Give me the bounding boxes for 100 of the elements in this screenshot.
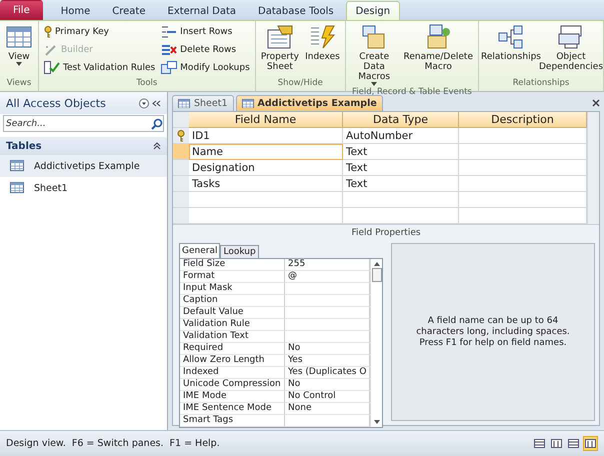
view-button[interactable]	[566, 436, 581, 451]
property-value[interactable]: 255	[285, 259, 370, 271]
ribbon-tab[interactable]: External Data	[158, 1, 246, 20]
ribbon-button[interactable]: Test Validation Rules	[42, 59, 158, 76]
ribbon-tab[interactable]: Create	[102, 1, 156, 20]
property-value[interactable]	[285, 331, 370, 343]
ribbon-button[interactable]: Indexes	[303, 23, 342, 78]
property-tab[interactable]: General	[179, 243, 220, 258]
view-button[interactable]	[532, 436, 547, 451]
ribbon-button[interactable]: Insert Rows	[159, 23, 252, 40]
search-icon[interactable]	[151, 118, 163, 130]
caret-icon	[371, 82, 378, 86]
table-cell[interactable]: Text	[343, 160, 459, 176]
property-label: Default Value	[180, 307, 285, 319]
row-selector[interactable]	[173, 128, 189, 144]
table-cell[interactable]: Text	[343, 144, 459, 160]
property-value[interactable]	[285, 307, 370, 319]
ribbon-button[interactable]: Property Sheet	[258, 23, 302, 78]
status-text: Design view. F6 = Switch panes. F1 = Help.	[6, 438, 221, 449]
key-icon	[177, 130, 185, 142]
group-label: Field, Record & Table Events	[350, 87, 473, 97]
property-tab[interactable]: Lookup	[220, 245, 259, 258]
lookup-icon	[161, 61, 178, 74]
table-cell[interactable]: Tasks	[189, 176, 343, 192]
property-label: Field Size	[180, 259, 285, 271]
property-value[interactable]: Yes (Duplicates O	[285, 367, 370, 379]
ribbon-button[interactable]: Rename/Delete Macro	[401, 23, 475, 87]
document-tab[interactable]: Sheet1	[172, 95, 234, 111]
ribbon-tab[interactable]: Home	[50, 1, 100, 20]
property-label: Allow Zero Length	[180, 355, 285, 367]
property-value[interactable]: None	[285, 403, 370, 415]
view-button[interactable]	[549, 436, 564, 451]
nav-pane-title: All Access Objects	[6, 96, 106, 110]
group-label: Relationships	[512, 78, 570, 90]
table-icon	[10, 160, 24, 172]
scroll-thumb[interactable]	[372, 268, 382, 282]
ribbon-button[interactable]: View	[3, 23, 35, 78]
group-label: Show/Hide	[276, 78, 324, 90]
delete-rows-icon	[161, 44, 178, 56]
file-tab[interactable]: File	[0, 0, 43, 20]
table-icon	[178, 98, 190, 108]
ribbon-tab[interactable]: Database Tools	[248, 1, 344, 20]
property-label: Input Mask	[180, 283, 285, 295]
ribbon-tab[interactable]: Design	[346, 1, 400, 20]
property-value[interactable]: No	[285, 343, 370, 355]
group-label: Views	[6, 78, 32, 90]
collapse-icon[interactable]	[153, 142, 161, 150]
ribbon-button[interactable]: Create Data Macros	[348, 23, 400, 87]
column-header: Data Type	[343, 112, 459, 128]
table-cell[interactable]: Text	[343, 176, 459, 192]
column-header: Description	[459, 112, 587, 128]
property-label: IME Sentence Mode	[180, 403, 285, 415]
key-icon	[44, 26, 52, 38]
corner-header	[173, 112, 189, 128]
column-header: Field Name	[189, 112, 343, 128]
nav-item[interactable]: Addictivetips Example	[0, 155, 167, 177]
document-tab[interactable]: Addictivetips Example	[236, 95, 383, 111]
property-label: Validation Text	[180, 331, 285, 343]
scroll-down-icon[interactable]	[374, 420, 380, 424]
ribbon-button[interactable]: Delete Rows	[159, 41, 252, 58]
property-value[interactable]: @	[285, 271, 370, 283]
property-value[interactable]	[285, 319, 370, 331]
ribbon-button[interactable]: Primary Key	[42, 23, 158, 40]
property-value[interactable]: No Control	[285, 391, 370, 403]
property-value[interactable]	[285, 295, 370, 307]
close-icon[interactable]	[592, 99, 600, 107]
search-box[interactable]: Search...	[3, 115, 164, 132]
scrollbar[interactable]	[370, 259, 382, 427]
table-cell[interactable]: AutoNumber	[343, 128, 459, 144]
relationship-diagram-icon	[497, 24, 525, 50]
property-value[interactable]	[285, 283, 370, 295]
table-cell[interactable]: Designation	[189, 160, 343, 176]
property-value[interactable]: No	[285, 379, 370, 391]
property-sheet-icon	[266, 24, 294, 50]
section-title: Field Properties	[173, 225, 599, 241]
property-label: Format	[180, 271, 285, 283]
property-label: Validation Rule	[180, 319, 285, 331]
table-cell[interactable]: ID1	[189, 128, 343, 144]
scroll-up-icon[interactable]	[374, 262, 380, 266]
group-label: Tools	[135, 78, 158, 90]
ribbon-button[interactable]: Modify Lookups	[159, 59, 252, 76]
table-cell[interactable]: Name	[189, 144, 343, 160]
table-icon	[10, 182, 24, 194]
help-text: A field name can be up to 64 characters long, including spaces. Press F1 for help on field names.	[415, 316, 571, 348]
property-label: IME Mode	[180, 391, 285, 403]
property-label: Caption	[180, 295, 285, 307]
property-label: Unicode Compression	[180, 379, 285, 391]
scrollbar[interactable]	[587, 112, 599, 224]
lightning-icon	[308, 24, 336, 50]
group-title: Tables	[6, 140, 42, 152]
dropdown-icon[interactable]	[139, 98, 163, 108]
view-button[interactable]	[583, 436, 598, 451]
empty-row[interactable]	[173, 192, 587, 208]
nav-group-header[interactable]: Tables	[0, 137, 167, 155]
empty-row[interactable]	[173, 208, 587, 224]
property-value[interactable]: Yes	[285, 355, 370, 367]
caret-icon	[16, 62, 22, 66]
property-label: Indexed	[180, 367, 285, 379]
ribbon-button[interactable]: Relationships	[482, 23, 540, 78]
table-icon	[242, 98, 254, 108]
